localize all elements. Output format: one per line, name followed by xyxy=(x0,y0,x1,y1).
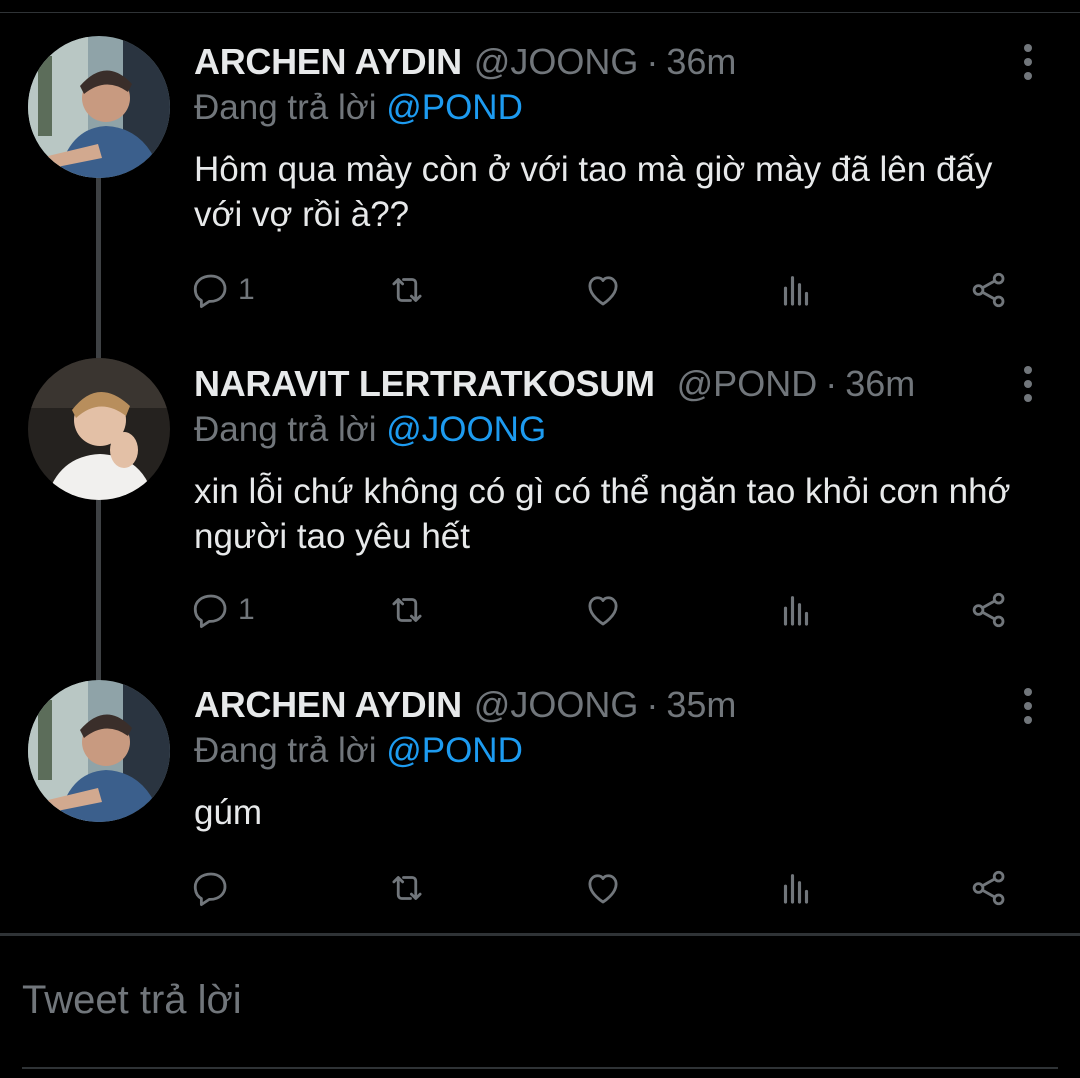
top-divider xyxy=(0,12,1080,13)
like-icon xyxy=(588,596,618,626)
share-button[interactable] xyxy=(968,866,1010,910)
retweet-button[interactable] xyxy=(386,268,428,312)
tweet-header: ARCHEN AYDIN @JOONG · 35m xyxy=(194,680,1010,730)
like-button[interactable] xyxy=(582,268,624,312)
avatar-photo xyxy=(28,680,170,822)
action-bar: 1 xyxy=(190,588,1020,632)
share-icon xyxy=(972,870,1005,906)
reply-count: 1 xyxy=(238,273,255,306)
views-icon xyxy=(783,596,809,626)
replying-to: Đang trả lời @POND xyxy=(194,88,523,128)
composer-divider xyxy=(0,933,1080,936)
reply-button[interactable] xyxy=(190,866,238,910)
reply-button[interactable]: 1 xyxy=(190,588,255,632)
action-bar xyxy=(190,866,1020,910)
views-button[interactable] xyxy=(775,588,817,632)
mention-link[interactable]: @POND xyxy=(386,88,523,127)
timestamp[interactable]: 36m xyxy=(845,363,915,405)
more-icon[interactable] xyxy=(1018,364,1038,404)
share-icon xyxy=(972,272,1005,308)
display-name[interactable]: NARAVIT LERTRATKOSUM xyxy=(194,363,655,405)
mention-link[interactable]: @JOONG xyxy=(386,410,546,449)
retweet-icon xyxy=(392,598,422,622)
avatar[interactable] xyxy=(28,36,170,178)
timestamp[interactable]: 35m xyxy=(666,684,736,726)
display-name[interactable]: ARCHEN AYDIN xyxy=(194,41,462,83)
tweet-text: Hôm qua mày còn ở với tao mà giờ mày đã … xyxy=(194,150,993,234)
tweet-text: gúm xyxy=(194,793,263,832)
retweet-icon xyxy=(392,876,422,900)
like-button[interactable] xyxy=(582,866,624,910)
tweet-header: NARAVIT LERTRATKOSUM @POND · 36m xyxy=(194,359,1010,409)
avatar-photo xyxy=(28,36,170,178)
more-icon[interactable] xyxy=(1018,686,1038,726)
share-icon xyxy=(972,592,1005,628)
views-icon xyxy=(783,874,809,904)
action-bar: 1 xyxy=(190,268,1020,312)
retweet-button[interactable] xyxy=(386,588,428,632)
views-button[interactable] xyxy=(775,866,817,910)
tweet-header: ARCHEN AYDIN @JOONG · 36m xyxy=(194,37,1010,87)
username[interactable]: @JOONG xyxy=(474,41,639,83)
share-button[interactable] xyxy=(968,268,1010,312)
mention-link[interactable]: @POND xyxy=(386,731,523,770)
thread-line xyxy=(96,498,101,683)
avatar[interactable] xyxy=(28,358,170,500)
replying-to: Đang trả lời @JOONG xyxy=(194,410,546,450)
username[interactable]: @POND xyxy=(677,363,818,405)
avatar-photo xyxy=(28,358,170,500)
views-icon xyxy=(783,276,809,306)
separator: · xyxy=(646,684,659,725)
reply-icon xyxy=(193,274,227,309)
share-button[interactable] xyxy=(968,588,1010,632)
reply-button[interactable]: 1 xyxy=(190,268,255,312)
tweet-text: xin lỗi chứ không có gì có thể ngăn tao … xyxy=(194,472,1011,556)
like-icon xyxy=(588,276,618,306)
reply-count: 1 xyxy=(238,593,255,626)
replying-to-label: Đang trả lời xyxy=(194,88,377,127)
reply-icon xyxy=(193,872,227,907)
composer-underline xyxy=(22,1067,1058,1069)
timestamp[interactable]: 36m xyxy=(666,41,736,83)
separator: · xyxy=(825,363,838,404)
display-name[interactable]: ARCHEN AYDIN xyxy=(194,684,462,726)
like-icon xyxy=(588,874,618,904)
avatar[interactable] xyxy=(28,680,170,822)
thread-line xyxy=(96,175,101,360)
views-button[interactable] xyxy=(775,268,817,312)
replying-to: Đang trả lời @POND xyxy=(194,731,523,771)
reply-icon xyxy=(193,594,227,629)
replying-to-label: Đang trả lời xyxy=(194,731,377,770)
reply-composer-input[interactable]: Tweet trả lời xyxy=(22,978,242,1023)
more-icon[interactable] xyxy=(1018,42,1038,82)
retweet-icon xyxy=(392,278,422,302)
like-button[interactable] xyxy=(582,588,624,632)
retweet-button[interactable] xyxy=(386,866,428,910)
username[interactable]: @JOONG xyxy=(474,684,639,726)
separator: · xyxy=(646,41,659,82)
replying-to-label: Đang trả lời xyxy=(194,410,377,449)
